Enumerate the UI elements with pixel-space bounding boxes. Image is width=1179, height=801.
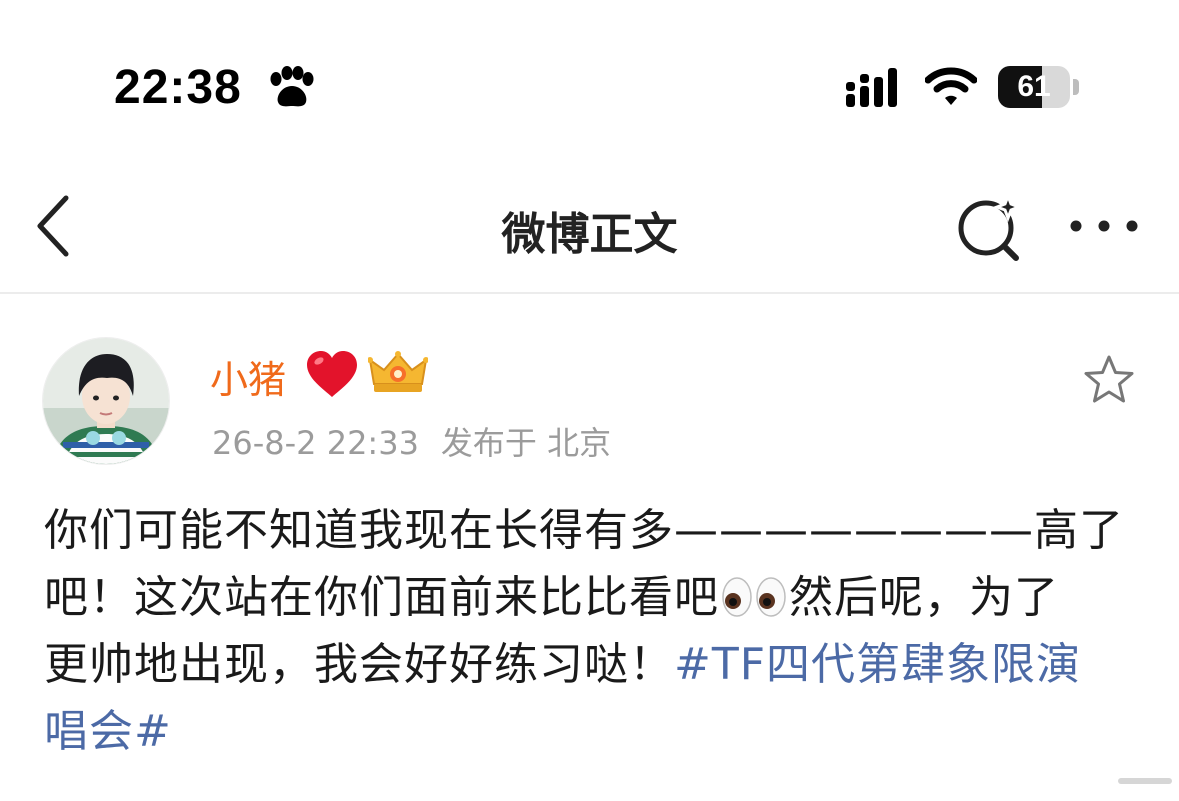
signal-icon xyxy=(846,68,897,107)
more-button[interactable] xyxy=(1064,200,1144,252)
post-text: 你们可能不知道我现在长得有多————————高了 吧！这次站在你们面前来比比看吧… xyxy=(44,497,1154,765)
battery-icon: 61 xyxy=(998,66,1080,110)
heart-emoji-icon xyxy=(307,351,357,397)
wifi-icon xyxy=(925,67,977,105)
nav-bar: 微博正文 xyxy=(0,170,1179,294)
crown-icon[interactable] xyxy=(368,350,428,396)
post-line-2: 吧！这次站在你们面前来比比看吧 然后呢，为了 xyxy=(44,564,1154,631)
home-indicator-icon xyxy=(1118,778,1172,784)
hashtag-link-cont[interactable]: 唱会# xyxy=(44,706,172,757)
post-line-4: 唱会# xyxy=(44,698,1154,765)
star-icon xyxy=(1084,355,1134,403)
post-line-2-tail: 然后呢，为了 xyxy=(789,572,1059,623)
search-button[interactable] xyxy=(952,191,1028,264)
post-location: 发布于 北京 xyxy=(440,424,612,462)
more-dots-icon xyxy=(1070,220,1138,232)
post-meta: 26-8-2 22:33 发布于 北京 xyxy=(212,418,611,464)
paw-icon xyxy=(270,66,314,107)
battery-level: 61 xyxy=(1017,70,1051,103)
status-time: 22:38 xyxy=(114,61,242,114)
avatar-image xyxy=(43,338,169,464)
status-bar: 22:38 61 xyxy=(0,0,1179,150)
post-line-3-text: 更帅地出现，我会好好练习哒！ xyxy=(44,639,674,690)
search-sparkle-icon xyxy=(958,191,1024,261)
avatar[interactable] xyxy=(42,337,170,465)
post-date: 26-8-2 22:33 xyxy=(212,424,419,462)
post-line-1: 你们可能不知道我现在长得有多————————高了 xyxy=(44,505,1124,556)
author-name[interactable]: 小猪 xyxy=(210,349,286,404)
post-line-3: 更帅地出现，我会好好练习哒！#TF四代第肆象限演 xyxy=(44,631,1154,698)
hashtag-link[interactable]: #TF四代第肆象限演 xyxy=(674,639,1081,690)
eyes-icon xyxy=(722,577,786,617)
favorite-button[interactable] xyxy=(1082,354,1136,410)
post-line-2-text: 吧！这次站在你们面前来比比看吧 xyxy=(44,572,719,623)
